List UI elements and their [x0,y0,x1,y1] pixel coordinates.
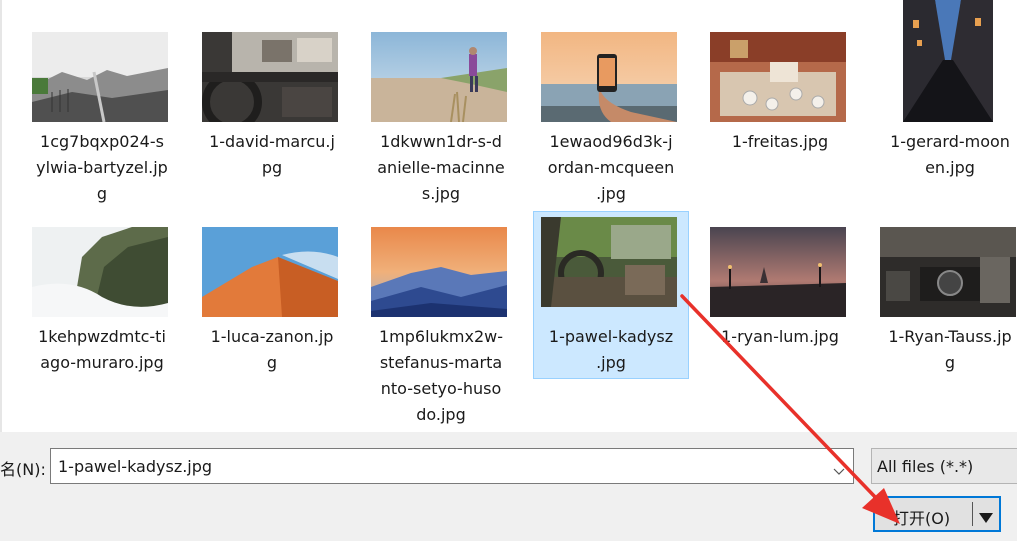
chevron-down-icon[interactable] [833,461,845,480]
file-name: 1-Ryan-Tauss.jp g [888,327,1012,372]
split-divider [972,502,973,526]
file-tile[interactable]: 1dkwwn1dr-s-d anielle-macinne s.jpg [363,28,519,208]
file-open-dialog: 1cg7bqxp024-s ylwia-bartyzel.jp g 1-davi… [0,0,1017,541]
file-tile[interactable]: 1mp6lukmx2w- stefanus-marta nto-setyo-hu… [363,223,519,429]
open-button[interactable]: 打开(O) [873,496,1001,532]
file-name: 1-pawel-kadysz .jpg [548,327,674,372]
file-tile[interactable]: 1ewaod96d3k-j ordan-mcqueen .jpg [533,28,689,208]
thumbnail-blue-mountains [371,227,507,317]
filename-label: 名(N): [0,460,46,479]
file-name: 1mp6lukmx2w- stefanus-marta nto-setyo-hu… [378,327,504,424]
file-type-filter[interactable]: All files (*.*) [871,448,1017,484]
thumbnail-bridge-dusk [710,227,846,317]
file-name: 1-gerard-moon en.jpg [890,132,1010,177]
file-tile[interactable]: 1kehpwzdmtc-ti ago-muraro.jpg [24,223,180,403]
file-tile[interactable]: 1-luca-zanon.jp g [194,223,350,403]
file-tile[interactable]: 1cg7bqxp024-s ylwia-bartyzel.jp g [24,28,180,208]
file-tile[interactable]: 1-gerard-moon en.jpg [872,0,1017,208]
file-name: 1dkwwn1dr-s-d anielle-macinne s.jpg [377,132,505,203]
thumbnail-beach-person [371,32,507,122]
triangle-down-icon[interactable] [979,508,993,527]
file-name: 1-david-marcu.j pg [209,132,335,177]
file-name: 1kehpwzdmtc-ti ago-muraro.jpg [38,327,166,372]
thumbnail-cliff-fog [32,227,168,317]
thumbnail-desert-dune [202,227,338,317]
thumbnail-cafe-table [710,32,846,122]
file-grid[interactable]: 1cg7bqxp024-s ylwia-bartyzel.jp g 1-davi… [0,0,1017,432]
file-name: 1cg7bqxp024-s ylwia-bartyzel.jp g [36,132,168,203]
filename-value: 1-pawel-kadysz.jpg [58,457,213,476]
file-name: 1-freitas.jpg [731,132,829,151]
dialog-footer: 名(N): 1-pawel-kadysz.jpg All files (*.*)… [0,432,1017,541]
file-tile[interactable]: 1-david-marcu.j pg [194,28,350,208]
thumbnail-abandoned-car [541,217,677,307]
file-name: 1-luca-zanon.jp g [210,327,334,372]
file-tile[interactable]: 1-ryan-lum.jpg [702,223,858,403]
thumbnail-car-interior [202,32,338,122]
filter-value: All files (*.*) [877,457,974,476]
file-name: 1-ryan-lum.jpg [721,327,839,346]
thumbnail-camera-gear [880,227,1016,317]
filename-input[interactable]: 1-pawel-kadysz.jpg [50,448,854,484]
file-tile[interactable]: 1-Ryan-Tauss.jp g [872,223,1017,403]
thumbnail-phone-sunset [541,32,677,122]
thumbnail-mountain-bw [32,32,168,122]
open-button-label: 打开(O) [893,509,951,528]
file-tile-selected[interactable]: 1-pawel-kadysz .jpg [533,211,689,379]
file-name: 1ewaod96d3k-j ordan-mcqueen .jpg [547,132,675,203]
file-tile[interactable]: 1-freitas.jpg [702,28,858,208]
thumbnail-city-street [903,0,993,122]
grid-left-edge [0,0,2,432]
